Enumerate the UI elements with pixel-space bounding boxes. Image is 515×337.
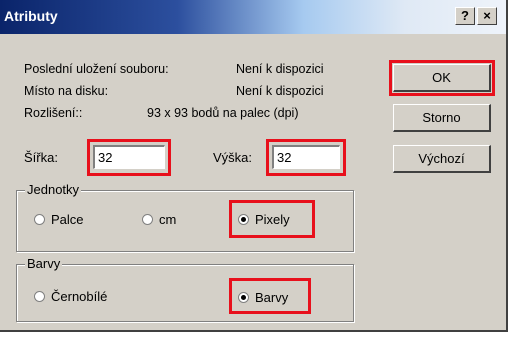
last-saved-value: Není k dispozici bbox=[236, 62, 324, 76]
radio-dot bbox=[34, 291, 45, 302]
default-button[interactable]: Výchozí bbox=[393, 145, 491, 173]
attributes-dialog: Atributy ? × Poslední uložení souboru: N… bbox=[0, 0, 508, 332]
units-inches-radio[interactable]: Palce bbox=[34, 212, 84, 227]
colors-bw-radio[interactable]: Černobílé bbox=[34, 289, 107, 304]
colors-group-title: Barvy bbox=[25, 256, 63, 271]
disk-size-value: Není k dispozici bbox=[236, 84, 324, 98]
last-saved-label: Poslední uložení souboru: bbox=[24, 62, 169, 76]
pixels-highlight-box bbox=[229, 200, 315, 238]
units-cm-label: cm bbox=[159, 212, 177, 227]
help-button[interactable]: ? bbox=[455, 7, 475, 25]
resolution-label: Rozlišení:: bbox=[24, 106, 83, 120]
close-button[interactable]: × bbox=[477, 7, 497, 25]
colors-bw-label: Černobílé bbox=[51, 289, 108, 304]
disk-size-label: Místo na disku: bbox=[24, 84, 109, 98]
cancel-button[interactable]: Storno bbox=[393, 104, 491, 132]
width-label: Šířka: bbox=[24, 150, 58, 165]
height-label: Výška: bbox=[213, 150, 253, 165]
height-highlight-box bbox=[266, 139, 346, 176]
title-bar: Atributy ? × bbox=[0, 0, 506, 34]
units-group-title: Jednotky bbox=[25, 182, 82, 197]
colors-highlight-box bbox=[229, 278, 311, 314]
window-title: Atributy bbox=[4, 8, 58, 24]
ok-highlight-box bbox=[389, 60, 495, 96]
units-inches-label: Palce bbox=[51, 212, 84, 227]
units-cm-radio[interactable]: cm bbox=[142, 212, 176, 227]
radio-dot bbox=[34, 214, 45, 225]
width-highlight-box bbox=[87, 139, 171, 176]
resolution-value: 93 x 93 bodů na palec (dpi) bbox=[147, 106, 299, 120]
radio-dot bbox=[142, 214, 153, 225]
